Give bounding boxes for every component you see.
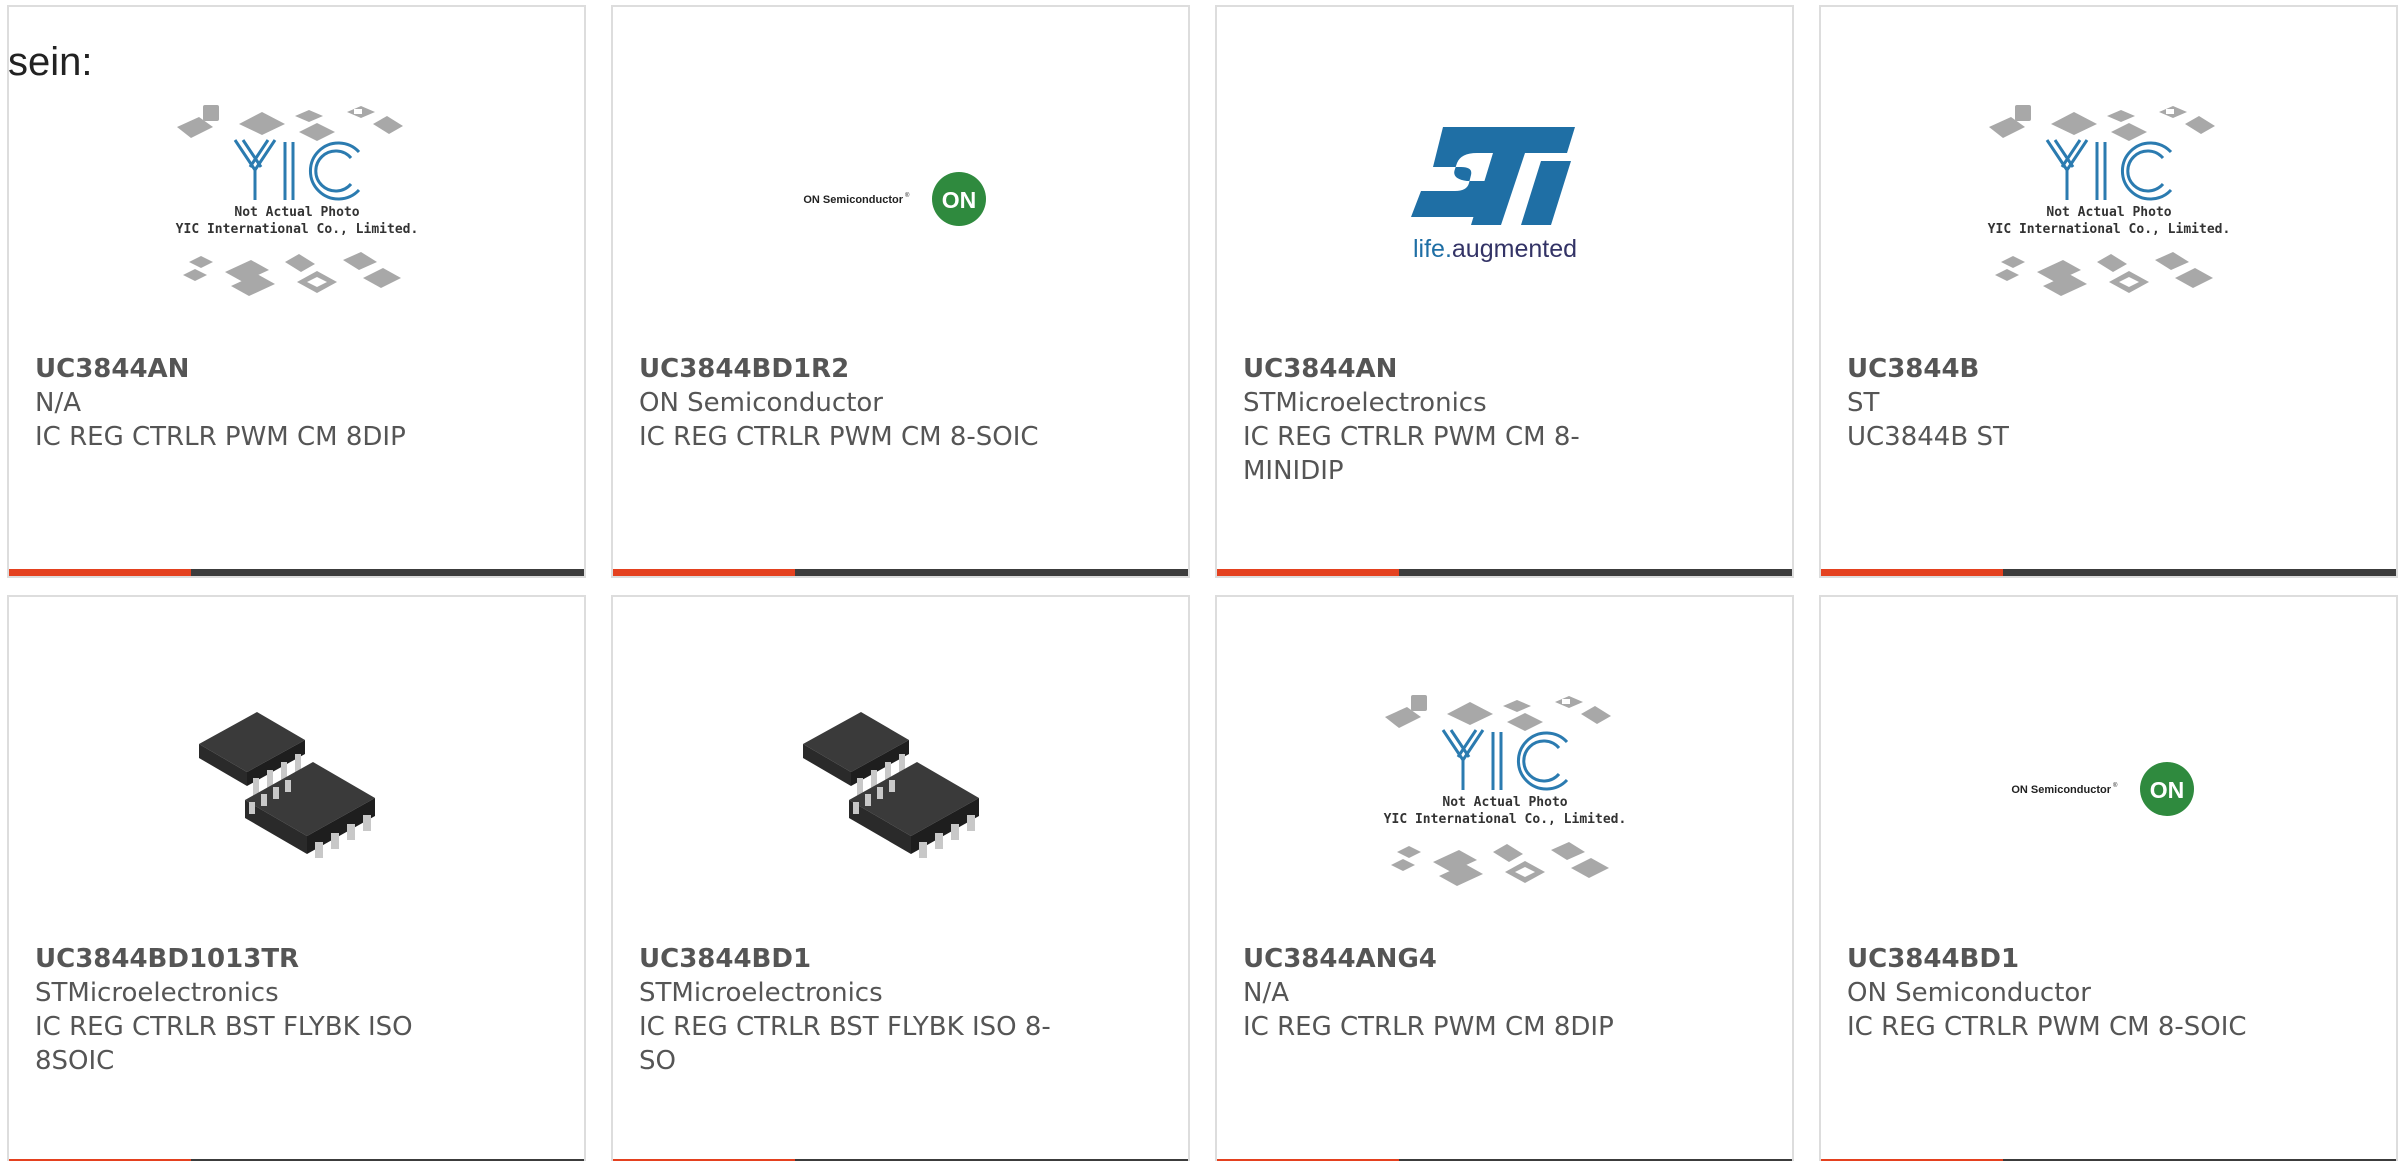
product-card-7[interactable]: Not Actual Photo YIC International Co., … — [1215, 595, 1794, 1161]
product-image-container — [9, 637, 584, 937]
st-logo: life.augmented — [1410, 127, 1577, 263]
st-tagline-suffix: augmented — [1451, 235, 1576, 263]
description-label: IC REG CTRLR BST FLYBK ISO 8SOIC — [35, 1012, 413, 1076]
product-image-container: ON Semiconductor ® ON — [1821, 637, 2396, 937]
svg-text:®: ® — [905, 192, 910, 199]
description-label: IC REG CTRLR PWM CM 8DIP — [1243, 1012, 1614, 1042]
product-card-5[interactable]: UC3844BD1013TR STMicroelectronics IC REG… — [7, 595, 586, 1161]
manufacturer-label: ST — [1847, 388, 1880, 418]
on-semiconductor-wordmark: ON Semiconductor — [2011, 784, 2111, 796]
on-semiconductor-logo: ON Semiconductor ® ON — [2011, 762, 2194, 816]
card-accent-highlight — [1821, 569, 2003, 576]
yic-caption-line-2: YIC International Co., Limited. — [1383, 812, 1626, 827]
description-label: IC REG CTRLR PWM CM 8DIP — [35, 422, 406, 452]
manufacturer-label: STMicroelectronics — [1243, 388, 1487, 418]
part-number-link[interactable]: UC3844AN — [35, 352, 455, 386]
description-label: UC3844B ST — [1847, 422, 2009, 452]
yic-caption-line-1: Not Actual Photo — [2046, 205, 2171, 220]
product-info: UC3844B ST UC3844B ST — [1847, 352, 2267, 454]
description-label: IC REG CTRLR PWM CM 8-SOIC — [1847, 1012, 2247, 1042]
yic-caption-line-1: Not Actual Photo — [1442, 795, 1567, 810]
product-info: UC3844BD1013TR STMicroelectronics IC REG… — [35, 942, 455, 1078]
card-accent-highlight — [9, 569, 191, 576]
product-info: UC3844ANG4 N/A IC REG CTRLR PWM CM 8DIP — [1243, 942, 1663, 1044]
product-info: UC3844BD1R2 ON Semiconductor IC REG CTRL… — [639, 352, 1059, 454]
manufacturer-label: ON Semiconductor — [639, 388, 883, 418]
description-label: IC REG CTRLR PWM CM 8-SOIC — [639, 422, 1039, 452]
soic-chip-photo — [802, 712, 979, 858]
description-label: IC REG CTRLR PWM CM 8-MINIDIP — [1243, 422, 1580, 486]
on-semiconductor-wordmark: ON Semiconductor — [803, 194, 903, 206]
product-info: UC3844BD1 ON Semiconductor IC REG CTRLR … — [1847, 942, 2267, 1044]
card-accent-highlight — [1217, 569, 1399, 576]
yic-caption-line-2: YIC International Co., Limited. — [175, 222, 418, 237]
product-card-2[interactable]: ON Semiconductor ® ON UC3844BD1R2 ON Sem… — [611, 5, 1190, 578]
card-accent-bar — [1217, 569, 1792, 576]
part-number-link[interactable]: UC3844BD1 — [639, 942, 1059, 976]
product-card-4[interactable]: Not Actual Photo YIC International Co., … — [1819, 5, 2398, 578]
manufacturer-label: N/A — [35, 388, 81, 418]
yic-placeholder-image: Not Actual Photo YIC International Co., … — [1383, 695, 1626, 886]
part-number-link[interactable]: UC3844BD1013TR — [35, 942, 455, 976]
product-grid: Not Actual Photo YIC International Co., … — [0, 0, 2400, 1161]
manufacturer-label: STMicroelectronics — [35, 978, 279, 1008]
on-semiconductor-logo: ON Semiconductor ® ON — [803, 172, 986, 226]
product-image-container: life.augmented — [1217, 47, 1792, 347]
part-number-link[interactable]: UC3844BD1R2 — [639, 352, 1059, 386]
yic-placeholder-image: Not Actual Photo YIC International Co., … — [175, 105, 418, 296]
card-accent-bar — [9, 569, 584, 576]
product-info: UC3844BD1 STMicroelectronics IC REG CTRL… — [639, 942, 1059, 1078]
part-number-link[interactable]: UC3844B — [1847, 352, 2267, 386]
card-accent-highlight — [613, 569, 795, 576]
intro-text: sein: — [8, 40, 93, 84]
product-image-container: Not Actual Photo YIC International Co., … — [1217, 637, 1792, 937]
product-image-container: ON Semiconductor ® ON — [613, 47, 1188, 347]
svg-text:®: ® — [2113, 782, 2118, 789]
product-image-container: Not Actual Photo YIC International Co., … — [9, 47, 584, 347]
card-accent-bar — [613, 569, 1188, 576]
description-label: IC REG CTRLR BST FLYBK ISO 8-SO — [639, 1012, 1051, 1076]
product-info: UC3844AN STMicroelectronics IC REG CTRLR… — [1243, 352, 1663, 488]
soic-chip-photo — [198, 712, 375, 858]
yic-placeholder-image: Not Actual Photo YIC International Co., … — [1987, 105, 2230, 296]
part-number-link[interactable]: UC3844ANG4 — [1243, 942, 1663, 976]
card-accent-bar — [1821, 569, 2396, 576]
yic-caption-line-1: Not Actual Photo — [234, 205, 359, 220]
yic-caption-line-2: YIC International Co., Limited. — [1987, 222, 2230, 237]
manufacturer-label: STMicroelectronics — [639, 978, 883, 1008]
product-image-container: Not Actual Photo YIC International Co., … — [1821, 47, 2396, 347]
manufacturer-label: ON Semiconductor — [1847, 978, 2091, 1008]
product-listing-page: sein: Not Actual Photo YIC International… — [0, 0, 2400, 1161]
product-card-6[interactable]: UC3844BD1 STMicroelectronics IC REG CTRL… — [611, 595, 1190, 1161]
product-card-3[interactable]: life.augmented UC3844AN STMicroelectroni… — [1215, 5, 1794, 578]
st-tagline-prefix: life. — [1413, 235, 1452, 263]
product-card-1[interactable]: Not Actual Photo YIC International Co., … — [7, 5, 586, 578]
part-number-link[interactable]: UC3844BD1 — [1847, 942, 2267, 976]
st-tagline: life.augmented — [1413, 235, 1577, 263]
on-badge-text: ON — [941, 187, 976, 213]
manufacturer-label: N/A — [1243, 978, 1289, 1008]
product-image-container — [613, 637, 1188, 937]
product-info: UC3844AN N/A IC REG CTRLR PWM CM 8DIP — [35, 352, 455, 454]
product-card-8[interactable]: ON Semiconductor ® ON UC3844BD1 ON Semic… — [1819, 595, 2398, 1161]
part-number-link[interactable]: UC3844AN — [1243, 352, 1663, 386]
on-badge-text: ON — [2149, 777, 2184, 803]
